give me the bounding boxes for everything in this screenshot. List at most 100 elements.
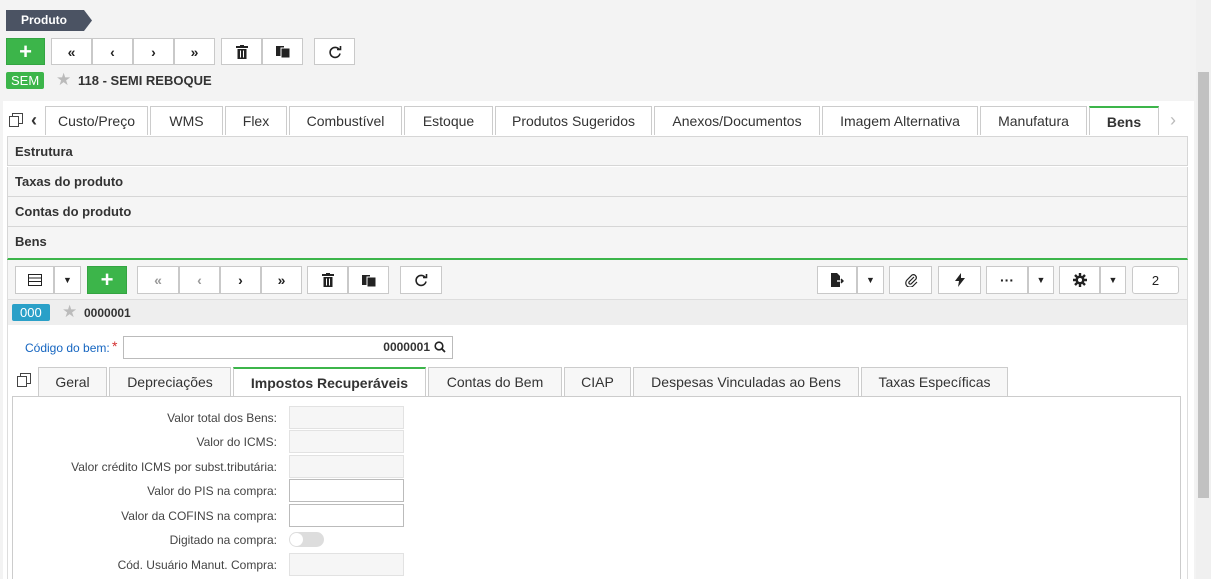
page-number-input[interactable]: 2 xyxy=(1132,266,1179,294)
subtab-taxas-especificas[interactable]: Taxas Específicas xyxy=(861,367,1008,396)
more-options-dropdown[interactable]: ▼ xyxy=(1028,266,1054,294)
double-chevron-right-icon: » xyxy=(190,43,199,60)
codigo-label: Código do bem: xyxy=(25,341,110,355)
actions-button[interactable] xyxy=(938,266,981,294)
sub-refresh-button[interactable] xyxy=(400,266,442,294)
sub-favorite-star-icon[interactable]: ★ xyxy=(62,303,77,320)
required-marker: * xyxy=(112,338,118,354)
digitado-compra-label: Digitado na compra: xyxy=(169,533,277,547)
valor-credito-icms-label: Valor crédito ICMS por subst.tributária: xyxy=(71,460,277,474)
copy-icon xyxy=(361,274,376,287)
first-record-button[interactable]: « xyxy=(51,38,92,65)
cod-usuario-field xyxy=(289,553,404,576)
tabs-scroll-right-icon[interactable]: › xyxy=(1170,111,1176,129)
section-estrutura[interactable]: Estrutura xyxy=(7,136,1188,166)
section-taxas-do-produto[interactable]: Taxas do produto xyxy=(7,167,1188,197)
chevron-left-icon: ‹ xyxy=(197,272,202,288)
expand-subtabs-icon[interactable] xyxy=(17,373,31,387)
settings-dropdown[interactable]: ▼ xyxy=(1100,266,1126,294)
sub-next-button[interactable]: › xyxy=(220,266,261,294)
digitado-compra-toggle[interactable] xyxy=(289,532,324,547)
expand-tabs-icon[interactable] xyxy=(9,113,23,127)
last-record-button[interactable]: » xyxy=(174,38,215,65)
attachment-button[interactable] xyxy=(889,266,932,294)
tab-estoque[interactable]: Estoque xyxy=(404,106,493,135)
valor-icms-field xyxy=(289,430,404,453)
tab-flex[interactable]: Flex xyxy=(225,106,287,135)
tabs-scroll-left-icon[interactable]: ‹ xyxy=(31,111,37,129)
tab-bens[interactable]: Bens xyxy=(1089,106,1159,135)
plus-icon: + xyxy=(100,267,114,292)
trash-icon xyxy=(235,44,248,59)
trash-icon xyxy=(321,273,334,287)
subtab-despesas-vinculadas[interactable]: Despesas Vinculadas ao Bens xyxy=(633,367,859,396)
section-contas-do-produto[interactable]: Contas do produto xyxy=(7,197,1188,227)
valor-credito-icms-field xyxy=(289,455,404,478)
caret-down-icon: ▼ xyxy=(1108,275,1118,285)
caret-down-icon: ▼ xyxy=(866,275,875,285)
tab-wms[interactable]: WMS xyxy=(150,106,223,135)
next-record-button[interactable]: › xyxy=(133,38,174,65)
refresh-icon xyxy=(328,45,341,58)
sub-record-header xyxy=(7,300,1188,325)
caret-down-icon: ▼ xyxy=(1036,275,1046,285)
sub-add-button[interactable]: + xyxy=(87,266,127,294)
add-button[interactable]: + xyxy=(6,38,45,65)
copy-icon xyxy=(275,46,290,58)
tab-manufatura[interactable]: Manufatura xyxy=(980,106,1087,135)
tab-custo-preco[interactable]: Custo/Preço xyxy=(45,106,148,135)
sub-last-button[interactable]: » xyxy=(261,266,302,294)
more-options-button[interactable]: ··· xyxy=(986,266,1028,294)
scrollbar-thumb[interactable] xyxy=(1198,72,1209,498)
file-export-icon xyxy=(831,273,844,287)
subtab-contas-do-bem[interactable]: Contas do Bem xyxy=(428,367,562,396)
subtab-ciap[interactable]: CIAP xyxy=(564,367,631,396)
valor-pis-label: Valor do PIS na compra: xyxy=(147,484,277,498)
plus-icon: + xyxy=(19,38,32,64)
tab-anexos-documentos[interactable]: Anexos/Documentos xyxy=(654,106,820,135)
sub-delete-button[interactable] xyxy=(307,266,348,294)
breadcrumb[interactable]: Produto xyxy=(6,10,92,31)
codigo-input[interactable]: 0000001 xyxy=(123,336,453,359)
cod-usuario-label: Cód. Usuário Manut. Compra: xyxy=(117,558,277,572)
chevron-left-icon: ‹ xyxy=(110,43,115,60)
record-badge: SEM xyxy=(6,72,45,89)
valor-icms-label: Valor do ICMS: xyxy=(196,435,277,449)
double-chevron-left-icon: « xyxy=(154,272,162,288)
subtab-impostos-recuperaveis[interactable]: Impostos Recuperáveis xyxy=(233,367,426,397)
favorite-star-icon[interactable]: ★ xyxy=(56,71,71,88)
caret-down-icon: ▼ xyxy=(63,275,72,285)
lightning-icon xyxy=(954,273,965,287)
chevron-right-icon: › xyxy=(238,272,243,288)
valor-pis-input[interactable] xyxy=(289,479,404,502)
search-icon[interactable] xyxy=(434,341,446,353)
section-bens[interactable]: Bens xyxy=(7,227,1188,260)
sub-first-button[interactable]: « xyxy=(137,266,179,294)
copy-button[interactable] xyxy=(262,38,303,65)
sub-previous-button[interactable]: ‹ xyxy=(179,266,220,294)
chevron-right-icon: › xyxy=(151,43,156,60)
paperclip-icon xyxy=(904,274,917,287)
tab-combustivel[interactable]: Combustível xyxy=(289,106,402,135)
sub-record-badge: 000 xyxy=(12,304,50,321)
subtab-depreciacoes[interactable]: Depreciações xyxy=(109,367,231,396)
tab-produtos-sugeridos[interactable]: Produtos Sugeridos xyxy=(495,106,652,135)
sub-record-title: 0000001 xyxy=(84,306,131,320)
double-chevron-right-icon: » xyxy=(277,272,286,288)
record-title: 118 - SEMI REBOQUE xyxy=(78,73,212,88)
sub-copy-button[interactable] xyxy=(348,266,389,294)
delete-button[interactable] xyxy=(221,38,262,65)
grid-icon xyxy=(27,274,42,286)
refresh-button[interactable] xyxy=(314,38,355,65)
tab-imagem-alternativa[interactable]: Imagem Alternativa xyxy=(822,106,978,135)
export-dropdown[interactable]: ▼ xyxy=(857,266,884,294)
subtab-geral[interactable]: Geral xyxy=(38,367,107,396)
settings-button[interactable] xyxy=(1059,266,1100,294)
export-button[interactable] xyxy=(817,266,857,294)
previous-record-button[interactable]: ‹ xyxy=(92,38,133,65)
grid-view-dropdown[interactable]: ▼ xyxy=(54,266,81,294)
ellipsis-icon: ··· xyxy=(1000,272,1014,288)
grid-view-button[interactable] xyxy=(15,266,54,294)
valor-cofins-input[interactable] xyxy=(289,504,404,527)
valor-total-bens-label: Valor total dos Bens: xyxy=(167,411,277,425)
